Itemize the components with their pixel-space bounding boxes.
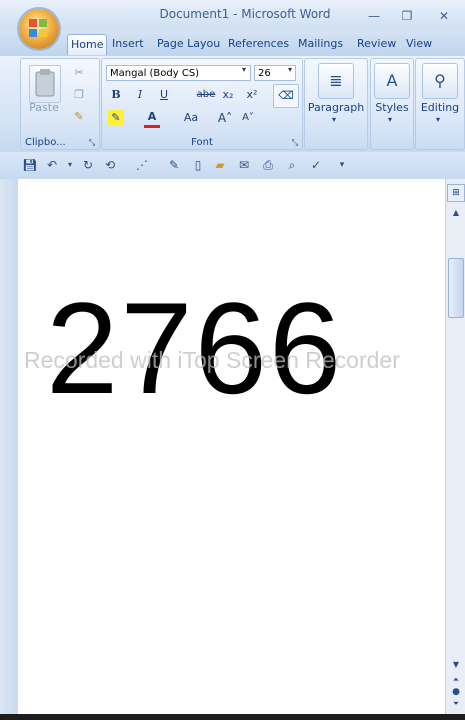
tab-home[interactable]: Home [67,34,108,55]
recorder-watermark: Recorded with iTop Screen Recorder [24,347,400,373]
customize-qat-icon[interactable]: ▾ [334,157,350,173]
font-group-label: Font [191,137,213,148]
draw-table-icon[interactable]: ⋰ [134,157,150,173]
styles-icon: A [374,63,410,99]
tab-review[interactable]: Review [354,34,399,54]
previous-page-icon[interactable]: ⏶ [449,674,463,686]
change-case-button[interactable]: Aa [178,110,204,126]
font-group: Mangal (Body CS) ▾ 26 ▾ B I U abe x₂ x² … [101,58,303,150]
office-button[interactable] [19,9,59,49]
restore-button[interactable]: ❐ [396,8,418,24]
clipboard-icon [35,69,55,97]
cut-icon[interactable]: ✂ [71,65,87,81]
repeat-icon[interactable]: ⟲ [102,157,118,173]
email-icon[interactable]: ✉ [236,157,252,173]
undo-dropdown-icon[interactable]: ▾ [62,157,78,173]
new-document-icon[interactable]: ▯ [190,157,206,173]
paragraph-dropdown-icon: ▾ [332,115,337,124]
font-color-button[interactable]: A [144,109,160,128]
editing-group[interactable]: ⚲ Editing ▾ [415,58,465,150]
tab-references[interactable]: References [225,34,292,54]
taskbar-edge [0,714,465,720]
bold-button[interactable]: B [108,87,124,103]
minimize-button[interactable]: — [363,8,385,24]
document-page[interactable] [18,179,445,714]
highlight-icon[interactable]: ✎ [108,110,124,126]
paste-label[interactable]: Paste [27,101,61,114]
dialog-launcher-icon[interactable]: ⤡ [87,138,97,148]
styles-label: Styles [375,101,409,114]
office-logo-icon [29,19,47,37]
format-painter-icon[interactable]: ✎ [71,109,87,125]
editing-label: Editing [420,101,460,114]
print-preview-icon[interactable]: ⌕ [284,157,300,173]
undo-icon[interactable]: ↶ [44,157,60,173]
scrollbar-thumb[interactable] [448,258,464,318]
font-name-field[interactable]: Mangal (Body CS) [106,65,251,81]
scroll-down-icon[interactable]: ▼ [449,658,463,672]
styles-group[interactable]: A Styles ▾ [370,58,414,150]
underline-button[interactable]: U [156,87,172,103]
window-title: Document1 - Microsoft Word [159,7,331,21]
close-button[interactable]: ✕ [433,8,455,24]
font-dialog-launcher-icon[interactable]: ⤡ [290,138,300,148]
open-folder-icon[interactable]: ▰ [212,157,228,173]
tab-insert[interactable]: Insert [109,34,147,54]
strikethrough-button[interactable]: abe [195,87,217,103]
styles-dropdown-icon: ▾ [388,115,393,124]
clear-formatting-icon[interactable]: ⌫ [273,84,299,108]
select-browse-object-icon[interactable]: ● [449,686,463,698]
print-icon[interactable]: ⎙ [260,157,276,173]
shrink-font-button[interactable]: A˅ [238,110,258,126]
spelling-icon[interactable]: ✓ [308,157,324,173]
italic-button[interactable]: I [132,87,148,103]
paragraph-label: Paragraph [307,101,365,114]
grow-font-button[interactable]: A˄ [215,110,235,126]
scroll-up-icon[interactable]: ▲ [449,206,463,220]
ruler-toggle-icon[interactable]: ⊞ [447,184,465,202]
paragraph-icon: ≣ [318,63,354,99]
paste-icon[interactable] [29,65,61,103]
subscript-button[interactable]: x₂ [220,87,236,103]
edit-icon[interactable]: ✎ [166,157,182,173]
editing-dropdown-icon: ▾ [436,115,441,124]
font-name-dropdown-icon[interactable]: ▾ [242,65,250,74]
binoculars-icon: ⚲ [422,63,458,99]
copy-icon[interactable]: ❐ [71,87,87,103]
tab-view[interactable]: View [403,34,435,54]
superscript-button[interactable]: x² [244,87,260,103]
redo-icon[interactable]: ↻ [80,157,96,173]
clipboard-group: Paste ✂ ❐ ✎ Clipbo... ⤡ [20,58,100,150]
save-icon[interactable]: 💾︎ [22,157,38,173]
paragraph-group[interactable]: ≣ Paragraph ▾ [304,58,368,150]
font-size-dropdown-icon[interactable]: ▾ [288,65,296,74]
left-margin [0,179,18,714]
next-page-icon[interactable]: ⏷ [449,698,463,710]
tab-mailings[interactable]: Mailings [295,34,346,54]
tab-page-layout[interactable]: Page Layou [154,34,223,54]
